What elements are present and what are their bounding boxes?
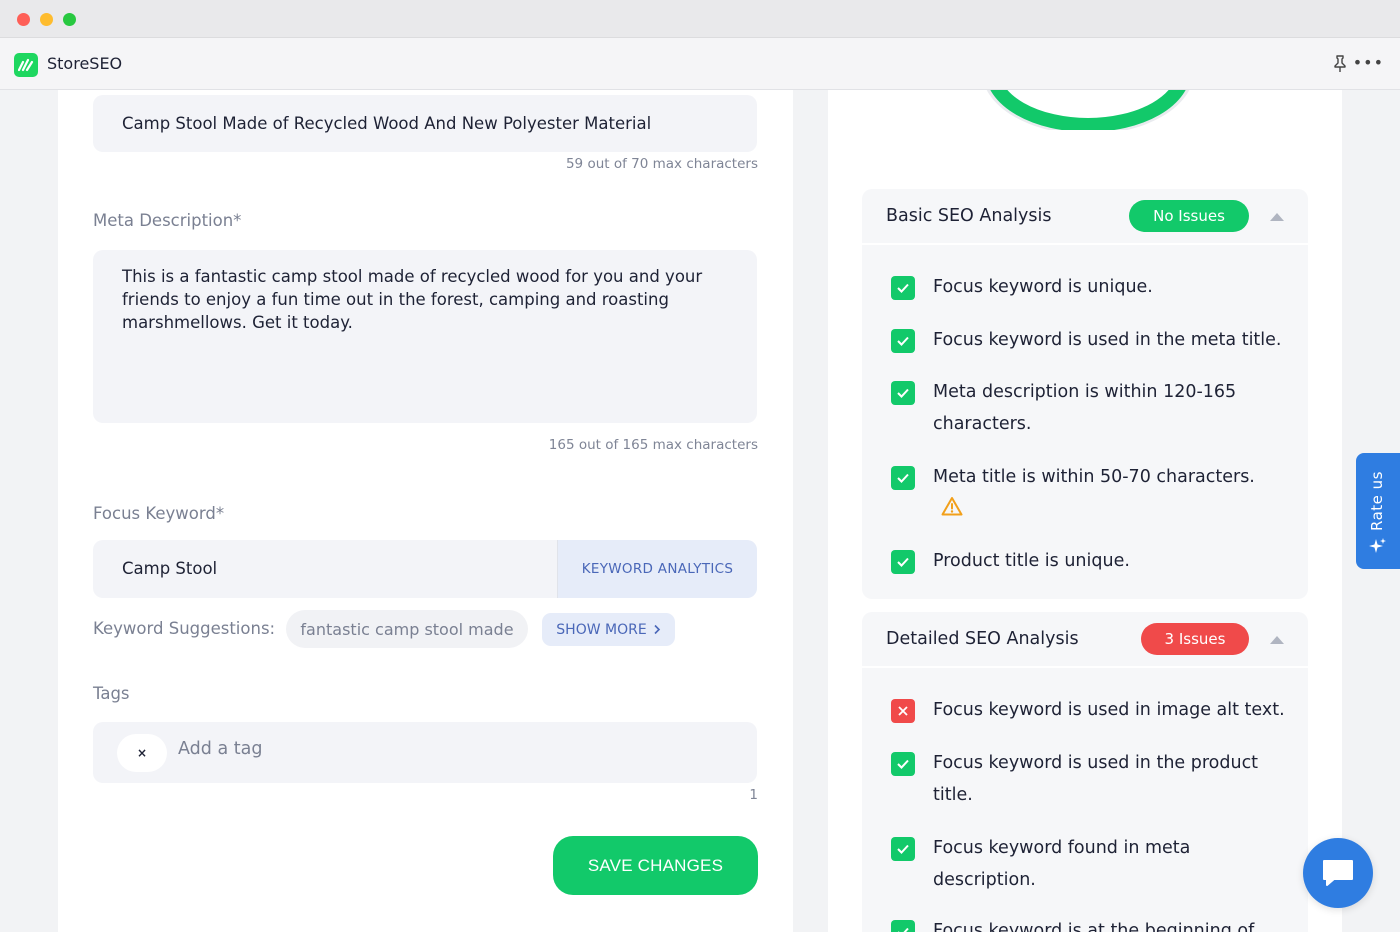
check-text: Meta description is within 120-165 chara… (933, 382, 1237, 434)
meta-description-field[interactable]: This is a fantastic camp stool made of r… (93, 250, 757, 423)
meta-title-field[interactable]: Camp Stool Made of Recycled Wood And New… (93, 95, 757, 152)
seo-editor-panel: Camp Stool Made of Recycled Wood And New… (58, 90, 793, 932)
check-pass-icon (891, 752, 915, 776)
basic-seo-status-badge: No Issues (1129, 200, 1249, 232)
sparkle-icon (1369, 538, 1386, 553)
rate-us-tab[interactable]: Rate us (1356, 453, 1400, 569)
warning-icon (941, 497, 963, 516)
meta-description-value: This is a fantastic camp stool made of r… (122, 267, 703, 332)
check-text: Focus keyword is at the beginning of (933, 921, 1255, 932)
meta-description-label: Meta Description* (93, 211, 242, 230)
chat-launcher-button[interactable] (1303, 838, 1373, 908)
window-titlebar (0, 0, 1400, 38)
focus-keyword-field[interactable]: Camp Stool KEYWORD ANALYTICS (93, 540, 757, 598)
app-title: StoreSEO (47, 54, 123, 73)
basic-seo-card: Basic SEO Analysis No Issues Focus keywo… (862, 189, 1308, 599)
keyword-analytics-button[interactable]: KEYWORD ANALYTICS (557, 540, 757, 598)
check-text: Focus keyword found in meta description. (933, 838, 1191, 890)
detailed-seo-header[interactable]: Detailed SEO Analysis 3 Issues (862, 612, 1308, 668)
check-fail-icon (891, 699, 915, 723)
check-pass-icon (891, 550, 915, 574)
collapse-caret-icon[interactable] (1270, 636, 1284, 644)
basic-seo-header[interactable]: Basic SEO Analysis No Issues (862, 189, 1308, 245)
check-pass-icon (891, 276, 915, 300)
check-pass-icon (891, 837, 915, 861)
collapse-caret-icon[interactable] (1270, 213, 1284, 221)
maximize-window-button[interactable] (63, 13, 76, 26)
meta-description-counter: 165 out of 165 max characters (548, 437, 758, 453)
keyword-suggestions-label: Keyword Suggestions: (93, 619, 276, 638)
detailed-seo-title: Detailed SEO Analysis (886, 629, 1079, 649)
storeseo-logo-icon (14, 53, 38, 77)
chat-bubble-icon (1323, 860, 1353, 886)
check-text: Focus keyword is used in the product tit… (933, 753, 1259, 805)
check-pass-icon (891, 920, 915, 932)
show-more-button[interactable]: SHOW MORE (542, 613, 675, 646)
check-text: Focus keyword is unique. (933, 277, 1153, 297)
meta-title-counter: 59 out of 70 max characters (565, 156, 758, 172)
check-text: Product title is unique. (933, 551, 1130, 571)
detailed-seo-status-badge: 3 Issues (1141, 623, 1249, 655)
remove-tag-button[interactable]: × (117, 734, 167, 772)
keyword-suggestion-chip[interactable]: fantastic camp stool made (286, 610, 528, 648)
more-options-icon[interactable]: ••• (1353, 55, 1384, 71)
seo-score-gauge (978, 90, 1198, 130)
minimize-window-button[interactable] (40, 13, 53, 26)
check-pass-icon (891, 466, 915, 490)
check-text: Focus keyword is used in image alt text. (933, 700, 1285, 720)
tags-field: × (93, 722, 757, 783)
rate-us-label: Rate us (1368, 471, 1386, 531)
focus-keyword-value: Camp Stool (122, 559, 218, 578)
save-changes-button[interactable]: SAVE CHANGES (553, 836, 758, 895)
chevron-right-icon (654, 624, 660, 635)
focus-keyword-label: Focus Keyword* (93, 504, 225, 523)
check-pass-icon (891, 329, 915, 353)
tags-counter: 1 (749, 787, 758, 803)
detailed-seo-card: Detailed SEO Analysis 3 Issues Focus key… (862, 612, 1308, 932)
meta-title-value: Camp Stool Made of Recycled Wood And New… (122, 114, 652, 133)
seo-analysis-panel: Basic SEO Analysis No Issues Focus keywo… (828, 90, 1342, 932)
check-text: Focus keyword is used in the meta title. (933, 330, 1282, 350)
check-pass-icon (891, 381, 915, 405)
show-more-label: SHOW MORE (556, 621, 647, 638)
close-window-button[interactable] (17, 13, 30, 26)
tags-label: Tags (93, 684, 130, 703)
add-tag-input[interactable] (178, 739, 478, 759)
pin-icon[interactable] (1332, 55, 1348, 73)
basic-seo-title: Basic SEO Analysis (886, 206, 1052, 226)
app-header: StoreSEO ••• (0, 38, 1400, 90)
check-text: Meta title is within 50-70 characters. (933, 467, 1255, 487)
